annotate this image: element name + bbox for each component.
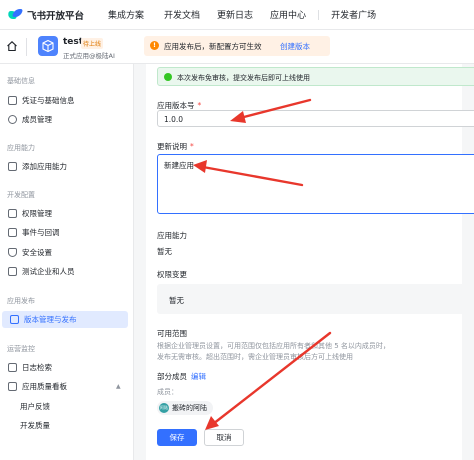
app-subtitle: 正式应用@极陆AI: [63, 52, 115, 60]
sidebar-item-label: 成员管理: [22, 115, 52, 124]
sidebar-item-quality-dashboard[interactable]: 应用质量看板: [0, 378, 133, 395]
success-banner: 本次发布免审核，提交发布后即可上线使用: [157, 67, 474, 86]
sidebar-section-basic: 基础信息: [7, 77, 35, 85]
app-header: test 待上线 正式应用@极陆AI ! 应用发布后，新配置方可生效 创建版本: [0, 30, 474, 64]
permission-icon: [8, 209, 17, 218]
sidebar-item-label: 权限管理: [22, 209, 52, 218]
avatar: 阿陆: [159, 403, 169, 413]
permission-changes-box: 暂无: [157, 284, 474, 314]
sidebar-item-label: 事件与回调: [22, 228, 60, 237]
sidebar-section-publish: 应用发布: [7, 297, 35, 305]
sidebar-item-label: 凭证与基础信息: [22, 96, 75, 105]
members-sub-label: 成员：: [157, 388, 178, 396]
permission-value: 暂无: [169, 296, 184, 305]
nav-item-solutions[interactable]: 集成方案: [108, 8, 144, 21]
notice-text: 应用发布后，新配置方可生效: [164, 42, 262, 51]
sidebar-item-user-feedback[interactable]: 用户反馈: [0, 398, 133, 415]
notes-textarea-value: 新建应用: [164, 161, 194, 170]
capability-icon: [8, 162, 17, 171]
members-icon: [8, 115, 17, 124]
event-icon: [8, 228, 17, 237]
version-label-text: 应用版本号: [157, 101, 195, 110]
sidebar-section-dev-config: 开发配置: [7, 191, 35, 199]
members-scope: 部分成员 编辑: [157, 371, 206, 382]
main-content: 本次发布免审核，提交发布后即可上线使用 应用版本号 * 1.0.0 更新说明 * 新…: [134, 64, 474, 460]
version-icon: [10, 315, 19, 324]
feishu-logo-icon: [8, 9, 22, 21]
notes-textarea[interactable]: 新建应用: [157, 154, 474, 214]
sidebar-item-events[interactable]: 事件与回调: [0, 224, 133, 241]
edit-members-link[interactable]: 编辑: [191, 372, 206, 381]
sidebar-item-dev-quality[interactable]: 开发质量: [0, 417, 133, 434]
member-name: 搬砖的阿陆: [172, 404, 207, 412]
member-chip: 阿陆 搬砖的阿陆: [157, 401, 213, 415]
nav-item-developer-plaza[interactable]: 开发者广场: [331, 8, 376, 21]
required-mark: *: [197, 101, 202, 110]
sidebar-item-log-search[interactable]: 日志检索: [0, 359, 133, 376]
sidebar: 基础信息 凭证与基础信息 成员管理 应用能力 添加应用能力 开发配置 权限管理 …: [0, 64, 134, 460]
sidebar-item-test-users[interactable]: 测试企业和人员: [0, 263, 133, 280]
sidebar-item-label: 添加应用能力: [22, 162, 67, 171]
sidebar-item-label: 日志检索: [22, 363, 52, 372]
cancel-button[interactable]: 取消: [204, 429, 244, 446]
sidebar-item-members[interactable]: 成员管理: [0, 111, 133, 128]
create-version-link[interactable]: 创建版本: [280, 41, 310, 52]
capability-value: 暂无: [157, 247, 172, 256]
header-divider: [26, 38, 27, 56]
security-icon: [8, 248, 17, 257]
app-cube-icon: [38, 36, 58, 56]
chevron-up-icon[interactable]: ▲: [116, 383, 121, 390]
warning-icon: !: [150, 41, 159, 50]
sidebar-item-add-capability[interactable]: 添加应用能力: [0, 158, 133, 175]
sidebar-item-label: 用户反馈: [20, 402, 50, 411]
quality-dashboard-icon: [8, 382, 17, 391]
sidebar-item-credentials[interactable]: 凭证与基础信息: [0, 92, 133, 109]
status-badge: 待上线: [81, 38, 104, 49]
publish-notice: ! 应用发布后，新配置方可生效 创建版本: [144, 36, 330, 56]
scope-hint: 根据企业管理员设置，可用范围仅包括应用所有者和其他 5 名以内成员时，发布无需审…: [157, 342, 390, 361]
credential-icon: [8, 96, 17, 105]
notes-label: 更新说明 *: [157, 141, 194, 152]
test-users-icon: [8, 267, 17, 276]
brand-name: 飞书开放平台: [27, 10, 85, 22]
sidebar-section-capability: 应用能力: [7, 144, 35, 152]
sidebar-item-version-management[interactable]: 版本管理与发布: [2, 311, 128, 328]
permission-label: 权限变更: [157, 270, 187, 279]
save-button[interactable]: 保存: [157, 429, 197, 446]
nav-item-app-center[interactable]: 应用中心: [270, 8, 306, 21]
members-label: 部分成员: [157, 372, 187, 381]
nav-menu: 集成方案 开发文档 更新日志 应用中心 开发者广场: [108, 8, 376, 21]
nav-divider: [318, 9, 320, 20]
sidebar-item-label: 测试企业和人员: [22, 267, 75, 276]
sidebar-section-monitoring: 运营监控: [7, 345, 35, 353]
sidebar-item-label: 应用质量看板: [22, 382, 67, 391]
required-mark: *: [190, 142, 194, 151]
success-banner-text: 本次发布免审核，提交发布后即可上线使用: [177, 74, 310, 82]
capability-label: 应用能力: [157, 231, 187, 240]
sidebar-item-label: 安全设置: [22, 248, 52, 257]
scope-label: 可用范围: [157, 329, 187, 338]
version-input[interactable]: 1.0.0: [157, 110, 474, 127]
nav-item-changelog[interactable]: 更新日志: [217, 8, 253, 21]
log-search-icon: [8, 363, 17, 372]
check-circle-icon: [164, 73, 172, 81]
nav-item-docs[interactable]: 开发文档: [164, 8, 200, 21]
sidebar-item-label: 版本管理与发布: [24, 315, 77, 324]
version-input-value: 1.0.0: [164, 115, 184, 124]
sidebar-item-security[interactable]: 安全设置: [0, 244, 133, 261]
brand-logo[interactable]: 飞书开放平台: [8, 8, 92, 22]
notes-label-text: 更新说明: [157, 142, 187, 151]
home-icon[interactable]: [6, 40, 18, 52]
sidebar-item-permissions[interactable]: 权限管理: [0, 205, 133, 222]
top-navigation: 飞书开放平台 集成方案 开发文档 更新日志 应用中心 开发者广场: [0, 0, 474, 30]
sidebar-item-label: 开发质量: [20, 421, 50, 430]
